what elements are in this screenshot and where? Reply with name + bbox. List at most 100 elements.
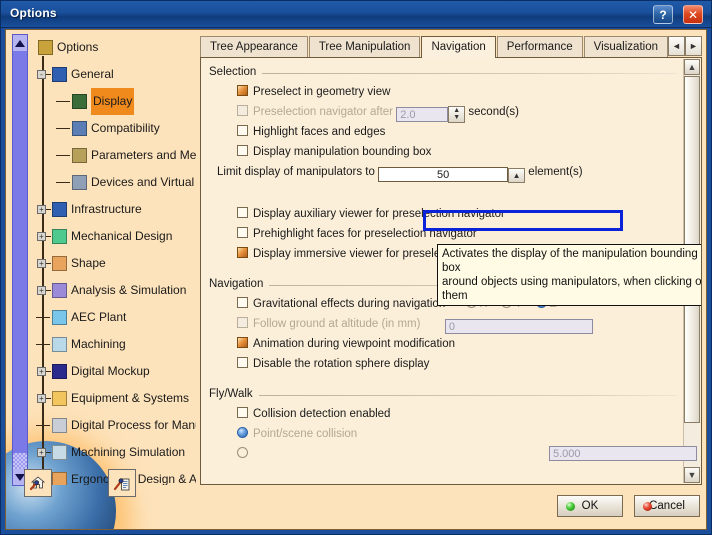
checkbox-display-immersive-viewer[interactable]	[237, 247, 248, 258]
row-partial-collision[interactable]: 5.000	[237, 444, 697, 464]
label-display-manipulation-bounding-box: Display manipulation bounding box	[253, 146, 432, 158]
sidebar-item-label: Shape	[71, 256, 106, 270]
tree-node-icon	[52, 67, 67, 82]
checkbox-animation-during-viewpoint-modification[interactable]	[237, 337, 248, 348]
ok-button[interactable]: OK	[556, 495, 623, 517]
row-collision-detection-enabled[interactable]: Collision detection enabled	[237, 404, 683, 424]
tab-tree-appearance[interactable]: Tree Appearance	[200, 36, 308, 57]
row-display-manipulation-bounding-box[interactable]: Display manipulation bounding box	[237, 142, 683, 162]
checkbox-preselect-in-geometry-view[interactable]	[237, 85, 248, 96]
sidebar-item-label: Mechanical Design	[71, 229, 173, 243]
sidebar-item-machining[interactable]: Machining	[32, 331, 196, 358]
label-highlight-faces-and-edges: Highlight faces and edges	[253, 126, 386, 138]
checkbox-follow-ground-at-altitude[interactable]	[237, 317, 248, 328]
sidebar-item-analysis-simulation[interactable]: + Analysis & Simulation	[32, 277, 196, 304]
tab-scroll-next-button[interactable]: ►	[685, 36, 702, 56]
row-follow-ground-at-altitude[interactable]: Follow ground at altitude (in mm) 0	[237, 314, 683, 334]
spinner-preselection-delay[interactable]: ▲ ▼	[448, 106, 466, 123]
sidebar-item-compatibility[interactable]: Compatibility	[32, 115, 196, 142]
row-disable-rotation-sphere[interactable]: Disable the rotation sphere display	[237, 354, 683, 374]
sidebar-item-devices-and-virtual-reali[interactable]: Devices and Virtual Reali	[32, 169, 196, 196]
tab-tree-manipulation[interactable]: Tree Manipulation	[308, 36, 421, 57]
close-button[interactable]: ✕	[683, 5, 703, 24]
sidebar-item-general[interactable]: - General	[32, 61, 196, 88]
title-bar: Options ? ✕	[1, 1, 711, 28]
expand-icon[interactable]: +	[37, 205, 46, 214]
radio-point-scene-collision[interactable]	[237, 427, 248, 438]
spinner-limit-manipulators[interactable]: ▲	[508, 168, 526, 183]
sidebar-item-label: Digital Process for Manufact	[71, 418, 196, 432]
sidebar-item-digital-mockup[interactable]: + Digital Mockup	[32, 358, 196, 385]
row-preselection-navigator-after[interactable]: Preselection navigator after 2.0 ▲ ▼ secon…	[237, 102, 683, 123]
sidebar-item-label: Display	[91, 88, 135, 115]
sidebar-item-infrastructure[interactable]: + Infrastructure	[32, 196, 196, 223]
sidebar-item-aec-plant[interactable]: AEC Plant	[32, 304, 196, 331]
tree-scrollbar[interactable]	[12, 34, 28, 486]
row-preselect-in-geometry-view[interactable]: Preselect in geometry view	[237, 82, 683, 102]
tree-scrollbar-track[interactable]	[13, 453, 27, 469]
label-display-auxiliary-viewer: Display auxiliary viewer for preselectio…	[253, 208, 505, 220]
checkbox-prehighlight-faces[interactable]	[237, 227, 248, 238]
tree-connector	[56, 128, 70, 129]
checkbox-highlight-faces-and-edges[interactable]	[237, 125, 248, 136]
tab-visualization[interactable]: Visualization	[583, 36, 668, 57]
tab-navigation[interactable]: Navigation	[421, 36, 496, 58]
options-tree-sidebar: Options - General Display Compatibility Param…	[8, 32, 196, 527]
collapse-icon[interactable]: -	[37, 70, 46, 79]
checkbox-preselection-navigator-after[interactable]	[237, 105, 248, 116]
tab-scroll-prev-button[interactable]: ◄	[668, 36, 685, 56]
help-button[interactable]: ?	[653, 5, 673, 24]
expand-icon[interactable]: +	[37, 448, 46, 457]
scroll-down-icon[interactable]: ▼	[684, 467, 700, 483]
input-partial-collision-value[interactable]: 5.000	[549, 446, 697, 461]
tooltip-line-2: around objects using manipulators, when …	[442, 276, 702, 302]
sidebar-item-mechanical-design[interactable]: + Mechanical Design	[32, 223, 196, 250]
sidebar-item-parameters-and-measure[interactable]: Parameters and Measure	[32, 142, 196, 169]
tree-node-icon	[52, 337, 67, 352]
row-animation-during-viewpoint-modification[interactable]: Animation during viewpoint modification	[237, 334, 683, 354]
expand-icon[interactable]: +	[37, 394, 46, 403]
checkbox-display-manipulation-bounding-box[interactable]	[237, 145, 248, 156]
group-divider	[209, 395, 677, 396]
label-preselect-in-geometry-view: Preselect in geometry view	[253, 86, 391, 98]
tree-node-icon	[52, 391, 67, 406]
sidebar-item-label: Infrastructure	[71, 202, 142, 216]
tree-node-icon	[52, 418, 67, 433]
scroll-up-icon[interactable]: ▲	[684, 59, 700, 75]
options-home-button[interactable]	[24, 469, 52, 497]
input-preselection-delay[interactable]: 2.0	[396, 107, 449, 122]
label-gravitational-effects: Gravitational effects during navigation	[253, 298, 446, 310]
triangle-up-icon[interactable]	[13, 35, 27, 51]
sidebar-item-shape[interactable]: + Shape	[32, 250, 196, 277]
row-point-scene-collision[interactable]: Point/scene collision	[237, 424, 683, 444]
input-follow-ground-altitude[interactable]: 0	[444, 319, 593, 334]
sidebar-item-options[interactable]: Options	[32, 34, 196, 61]
wrench-house-icon	[29, 476, 46, 491]
expand-icon[interactable]: +	[37, 232, 46, 241]
expand-icon[interactable]: +	[37, 259, 46, 268]
sidebar-item-display[interactable]: Display	[32, 88, 196, 115]
checkbox-collision-detection-enabled[interactable]	[237, 407, 248, 418]
checkbox-disable-rotation-sphere[interactable]	[237, 357, 248, 368]
row-prehighlight-faces[interactable]: Prehighlight faces for preselection navi…	[237, 224, 683, 244]
cancel-button[interactable]: Cancel	[634, 495, 700, 517]
row-display-auxiliary-viewer[interactable]: Display auxiliary viewer for preselectio…	[237, 204, 683, 224]
checkbox-gravitational-effects[interactable]	[237, 297, 248, 308]
tree-node-icon	[38, 40, 53, 55]
input-limit-manipulators[interactable]: 50	[378, 167, 509, 182]
row-highlight-faces-and-edges[interactable]: Highlight faces and edges	[237, 122, 683, 142]
wrench-document-icon	[113, 478, 130, 491]
sidebar-item-equipment-systems[interactable]: + Equipment & Systems	[32, 385, 196, 412]
options-document-button[interactable]	[108, 469, 136, 497]
expand-icon[interactable]: +	[37, 286, 46, 295]
tab-performance[interactable]: Performance	[496, 36, 583, 57]
radio-partial-collision[interactable]	[237, 447, 248, 458]
sidebar-item-machining-simulation[interactable]: + Machining Simulation	[32, 439, 196, 466]
label-limit-elements: element(s)	[528, 166, 583, 178]
sidebar-item-digital-process-for-manufact[interactable]: Digital Process for Manufact	[32, 412, 196, 439]
row-limit-display-of-manipulators[interactable]: Limit display of manipulators to 50 ▲ ele…	[217, 162, 683, 183]
expand-icon[interactable]: +	[37, 367, 46, 376]
sidebar-item-label: Devices and Virtual Reali	[91, 175, 196, 189]
checkbox-display-auxiliary-viewer[interactable]	[237, 207, 248, 218]
sidebar-item-label: Options	[57, 40, 99, 54]
